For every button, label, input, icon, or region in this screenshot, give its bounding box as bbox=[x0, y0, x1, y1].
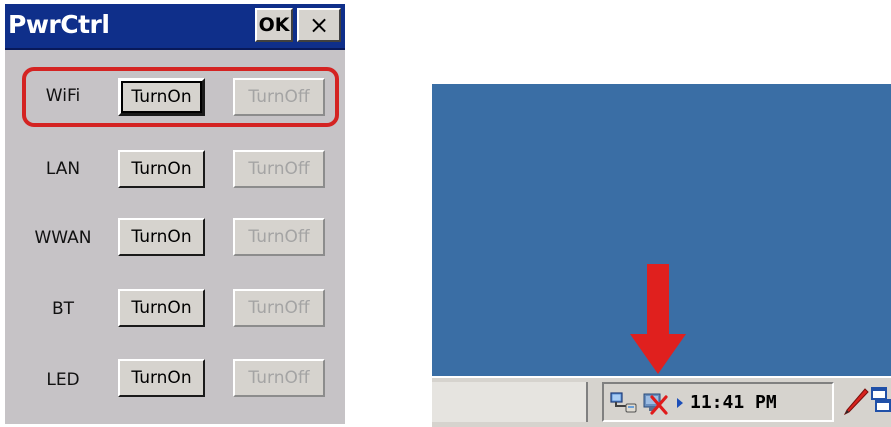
bt-label: BT bbox=[51, 299, 75, 319]
wifi-label: WiFi bbox=[45, 86, 81, 106]
bt-turnoff-button[interactable]: TurnOff bbox=[233, 289, 325, 327]
wwan-label: WWAN bbox=[34, 228, 92, 248]
close-button[interactable]: × bbox=[297, 8, 341, 42]
wwan-turnoff-button[interactable]: TurnOff bbox=[233, 218, 325, 256]
pwrctrl-dialog: PwrCtrl OK × WiFi TurnOn TurnOff LAN Tur… bbox=[5, 4, 345, 424]
bt-turnon-button[interactable]: TurnOn bbox=[118, 289, 205, 327]
led-turnon-button[interactable]: TurnOn bbox=[118, 359, 205, 397]
wwan-turnon-button[interactable]: TurnOn bbox=[118, 218, 205, 256]
lan-label: LAN bbox=[45, 159, 81, 179]
led-label: LED bbox=[46, 370, 80, 390]
led-turnoff-button[interactable]: TurnOff bbox=[233, 359, 325, 397]
system-tray: 11:41 PM bbox=[602, 382, 834, 422]
dialog-title: PwrCtrl bbox=[8, 10, 110, 39]
red-down-arrow-icon bbox=[630, 264, 686, 374]
lan-turnon-button[interactable]: TurnOn bbox=[118, 150, 205, 188]
wifi-disabled-icon[interactable] bbox=[640, 388, 672, 416]
title-bar: PwrCtrl OK × bbox=[5, 4, 345, 50]
expand-arrow-icon[interactable] bbox=[675, 397, 685, 409]
pen-icon[interactable] bbox=[840, 386, 870, 418]
taskbar: 11:41 PM bbox=[432, 376, 891, 427]
wifi-turnon-button[interactable]: TurnOn bbox=[118, 78, 205, 116]
desktop-switch-icon[interactable] bbox=[869, 386, 891, 416]
lan-turnoff-button[interactable]: TurnOff bbox=[233, 150, 325, 188]
wifi-turnoff-button[interactable]: TurnOff bbox=[233, 78, 325, 116]
ok-button[interactable]: OK bbox=[255, 8, 293, 42]
taskbar-clock[interactable]: 11:41 PM bbox=[690, 392, 777, 413]
network-icon[interactable] bbox=[608, 390, 638, 416]
taskbar-buttons-area[interactable] bbox=[432, 382, 588, 422]
